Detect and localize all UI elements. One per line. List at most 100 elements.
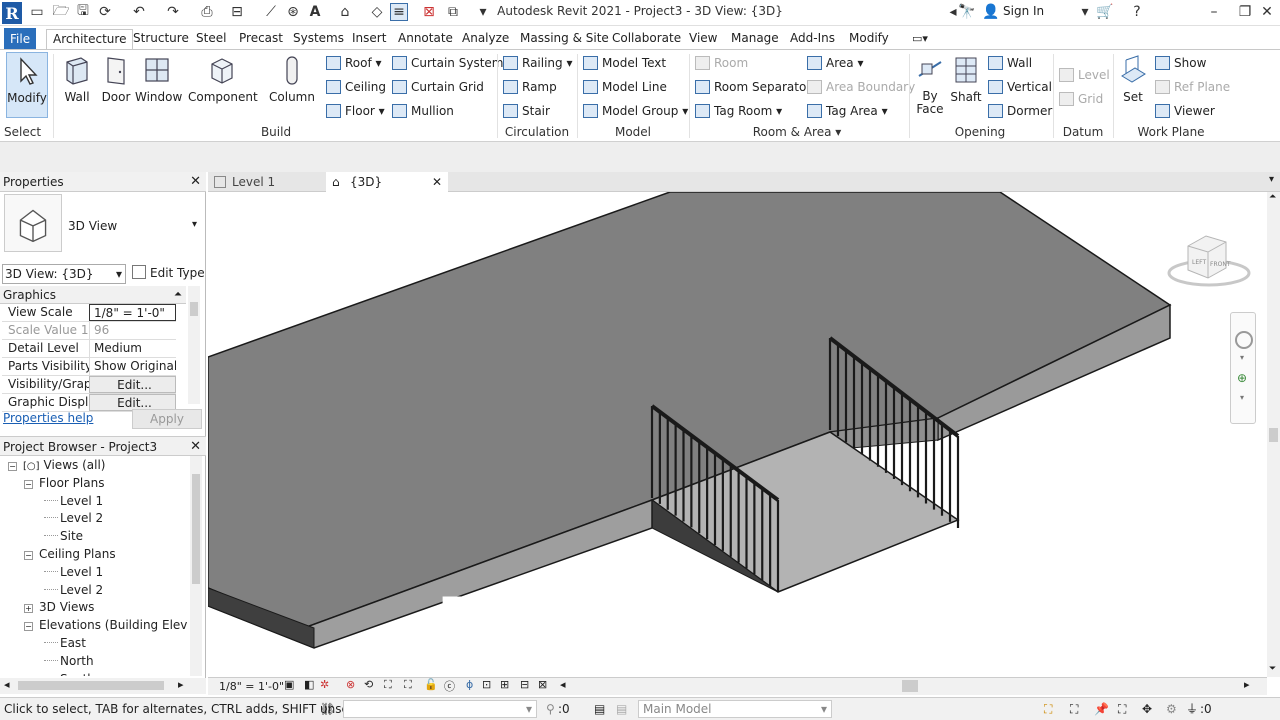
tab-annotate[interactable]: Annotate — [392, 29, 459, 50]
view-scale[interactable]: 1/8" = 1'-0" — [219, 680, 284, 693]
tab-insert[interactable]: Insert — [346, 29, 392, 50]
column-button[interactable]: Column — [269, 52, 315, 118]
browser-tree-item[interactable]: Level 1 — [44, 563, 103, 581]
highlight-icon[interactable]: ⊟ — [520, 678, 529, 691]
expand-toggle-icon[interactable]: − — [24, 551, 33, 560]
zoom-dropdown-icon[interactable]: ▾ — [1240, 393, 1244, 402]
room-separator-button[interactable]: Room Separator — [695, 77, 811, 97]
sun-path-icon[interactable]: ✲ — [320, 678, 329, 691]
wall-button[interactable]: Wall — [58, 52, 96, 118]
level-button[interactable]: Level — [1059, 65, 1110, 85]
design-option-field[interactable]: Main Model ▾ — [638, 700, 832, 718]
area-boundary-button[interactable]: Area Boundary — [807, 77, 915, 97]
section-icon[interactable]: ◇ — [368, 3, 386, 21]
measure-icon[interactable]: ⊟ — [228, 3, 246, 21]
help-icon[interactable]: ? — [1128, 3, 1146, 21]
tab-view[interactable]: View — [683, 29, 723, 50]
browser-tree-item[interactable]: Level 1 — [44, 492, 103, 510]
select-links-icon[interactable]: ⛶ — [1044, 698, 1052, 720]
close-properties-icon[interactable]: ✕ — [190, 172, 201, 192]
browser-tree-item[interactable]: −Elevations (Building Elevation — [24, 616, 188, 634]
browser-tree-item[interactable]: +3D Views — [24, 598, 94, 616]
ref-plane-button[interactable]: Ref Plane — [1155, 77, 1230, 97]
browser-tree-item[interactable]: Site — [44, 527, 83, 545]
tab-structure[interactable]: Structure — [127, 29, 195, 50]
wheel-dropdown-icon[interactable]: ▾ — [1240, 353, 1244, 362]
select-by-face-icon[interactable]: ⛶ — [1118, 698, 1126, 720]
revit-logo-icon[interactable]: R — [2, 2, 22, 24]
viewer-button[interactable]: Viewer — [1155, 101, 1215, 121]
expand-toggle-icon[interactable]: − — [8, 462, 17, 471]
expand-toggle-icon[interactable]: − — [24, 479, 33, 489]
close-browser-icon[interactable]: ✕ — [190, 437, 201, 457]
door-button[interactable]: Door — [100, 52, 132, 118]
temporary-hide-icon[interactable]: ⓒ — [444, 678, 455, 694]
tab-steel[interactable]: Steel — [190, 29, 232, 50]
tag-area-button[interactable]: Tag Area ▾ — [807, 101, 888, 121]
save-icon[interactable]: 🖫 — [74, 3, 92, 21]
tab-level-1[interactable]: Level 1 — [208, 172, 326, 192]
scroll-down-icon[interactable]: ⏷ — [1269, 664, 1276, 674]
rendering-icon[interactable]: ⟲ — [364, 678, 373, 691]
aligned-dimension-icon[interactable]: ⟋ — [262, 3, 280, 21]
property-row[interactable]: Visibility/Grap...Edit... — [2, 376, 176, 394]
hscroll-right-icon[interactable]: ▸ — [1244, 678, 1250, 691]
viewcube[interactable]: LEFT FRONT — [1164, 228, 1254, 298]
type-selector-dropdown-icon[interactable]: ▾ — [192, 219, 197, 230]
room-button[interactable]: Room — [695, 53, 748, 73]
browser-hscrollbar[interactable]: ◂ ▸ — [0, 678, 206, 694]
shadows-icon[interactable]: ⊗ — [346, 678, 355, 691]
property-row[interactable]: Parts Visibility Show Original — [2, 358, 176, 376]
print-icon[interactable]: ⎙ — [198, 3, 216, 21]
undo-icon[interactable]: ↶ — [130, 3, 148, 21]
browser-scrollbar[interactable] — [190, 456, 202, 676]
restore-icon[interactable]: ❐ — [1236, 3, 1254, 21]
mullion-button[interactable]: Mullion — [392, 101, 454, 121]
apply-button[interactable]: Apply — [132, 409, 202, 429]
browser-tree-item[interactable]: Level 2 — [44, 581, 103, 599]
scroll-thumb[interactable] — [18, 681, 164, 690]
hscroll-thumb[interactable] — [902, 680, 918, 692]
curtain-system-button[interactable]: Curtain System — [392, 53, 503, 73]
user-icon[interactable]: 👤 — [982, 3, 1000, 21]
cart-icon[interactable]: 🛒 — [1096, 3, 1114, 21]
floor-button[interactable]: Floor ▾ — [326, 101, 385, 121]
tab-systems[interactable]: Systems — [287, 29, 350, 50]
show-crop-icon[interactable]: ⛶ — [404, 678, 412, 692]
tabs-dropdown-icon[interactable]: ▾ — [1269, 174, 1274, 185]
grid-button[interactable]: Grid — [1059, 89, 1103, 109]
open-folder-icon[interactable]: 🗁 — [52, 3, 70, 21]
browser-tree-item[interactable]: − Ceiling Plans — [24, 545, 116, 563]
tab-modify[interactable]: Modify — [843, 29, 895, 50]
railing-button[interactable]: Railing ▾ — [503, 53, 573, 73]
close-hidden-windows-icon[interactable]: ⊠ — [420, 3, 438, 21]
model-line-button[interactable]: Model Line — [583, 77, 667, 97]
customize-dropdown-icon[interactable]: ▾ — [474, 3, 492, 21]
show-workplane-button[interactable]: Show — [1155, 53, 1206, 73]
model-group-button[interactable]: Model Group ▾ — [583, 101, 688, 121]
tab-architecture[interactable]: Architecture — [46, 29, 134, 50]
viewport-vscrollbar[interactable]: ⏶ ⏷ — [1267, 192, 1280, 677]
ceiling-button[interactable]: Ceiling — [326, 77, 386, 97]
expand-toggle-icon[interactable]: − — [24, 622, 33, 632]
redo-icon[interactable]: ↷ — [164, 3, 182, 21]
room-area-panel-label[interactable]: Room & Area ▾ — [692, 125, 902, 139]
sign-in-link[interactable]: Sign In — [1003, 4, 1044, 18]
reveal-hidden-icon[interactable]: ϕ — [466, 678, 473, 691]
design-options-icon[interactable]: ▤ — [594, 698, 605, 720]
modify-button[interactable]: Modify — [6, 52, 48, 118]
worksharing-icon[interactable]: ⊡ — [482, 678, 491, 691]
edit-type-button[interactable]: Edit Type — [132, 264, 205, 282]
select-pinned-icon[interactable]: 📌 — [1094, 698, 1109, 720]
set-button[interactable]: Set — [1117, 52, 1149, 118]
tag-icon[interactable]: ⊛ — [284, 3, 302, 21]
window-button[interactable]: Window — [135, 52, 182, 118]
minimize-icon[interactable]: – — [1205, 3, 1223, 21]
tab-3d-view[interactable]: ⌂ {3D} ✕ — [326, 172, 448, 192]
opening-wall-button[interactable]: Wall — [988, 53, 1032, 73]
roof-button[interactable]: Roof ▾ — [326, 53, 382, 73]
shaft-button[interactable]: Shaft — [949, 52, 983, 118]
scroll-thumb[interactable] — [192, 474, 200, 584]
default-3d-view-icon[interactable]: ⌂ — [336, 3, 354, 21]
tag-room-button[interactable]: Tag Room ▾ — [695, 101, 782, 121]
